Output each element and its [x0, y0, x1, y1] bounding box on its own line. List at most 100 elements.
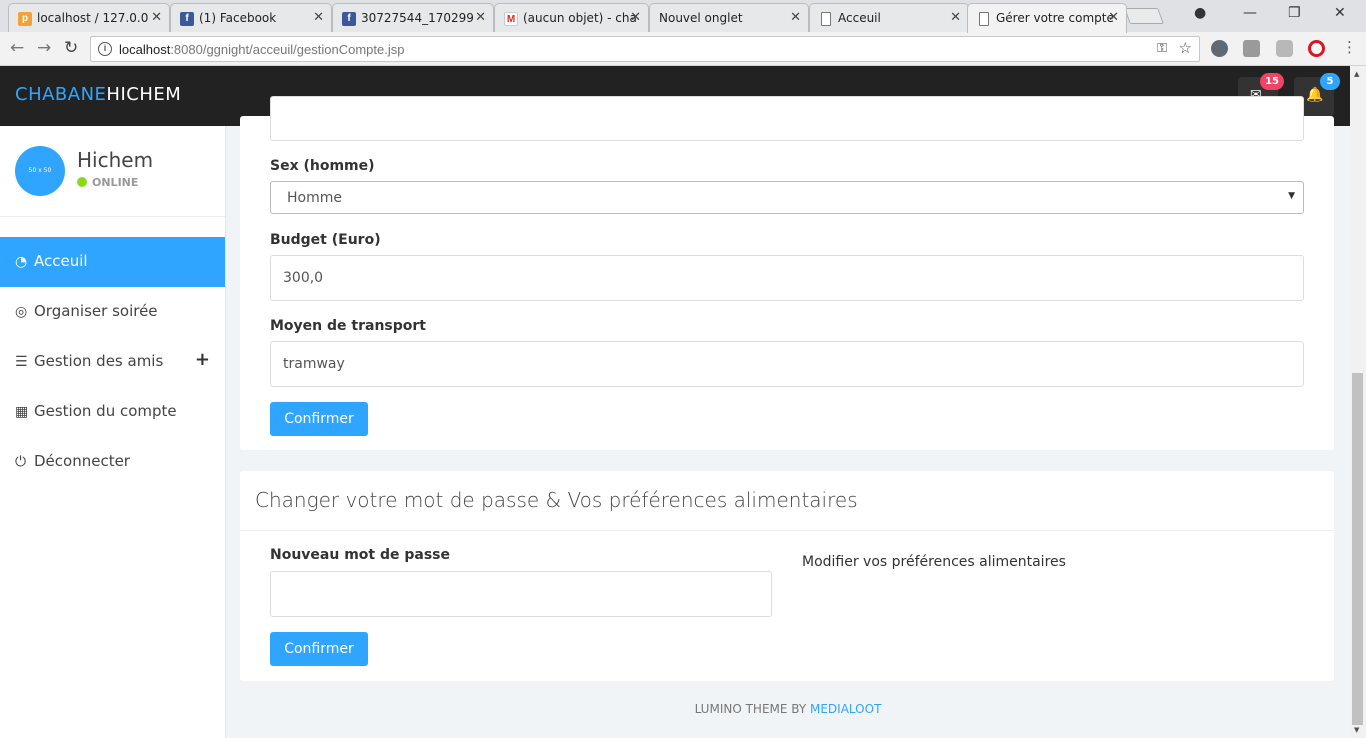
- close-tab-icon[interactable]: ✕: [950, 10, 961, 25]
- browser-tab[interactable]: f 30727544_170299 ✕: [332, 3, 494, 32]
- tab-title: 30727544_170299: [361, 11, 474, 25]
- close-tab-icon[interactable]: ✕: [630, 10, 641, 25]
- brand-second: HICHEM: [106, 84, 182, 105]
- browser-tab-strip: p localhost / 127.0.0 ✕ f (1) Facebook ✕…: [0, 0, 1366, 33]
- footer: LUMINO THEME BY MEDIALOOT: [226, 702, 1350, 716]
- tab-title: Gérer votre compte: [996, 11, 1114, 25]
- password-panel-title: Changer votre mot de passe & Vos préfére…: [255, 488, 858, 512]
- sidebar-item-label: Gestion des amis: [34, 352, 164, 370]
- tab-title: (1) Facebook: [199, 11, 277, 25]
- brand-logo[interactable]: CHABANEHICHEM: [15, 84, 181, 105]
- confirm-account-button[interactable]: Confirmer: [270, 402, 368, 436]
- budget-label: Budget (Euro): [270, 232, 381, 248]
- sidebar-item-label: Organiser soirée: [34, 302, 158, 320]
- power-icon: ⏻: [15, 454, 27, 470]
- url-host: localhost: [119, 42, 171, 57]
- phpmyadmin-icon: p: [18, 12, 32, 26]
- close-tab-icon[interactable]: ✕: [790, 10, 801, 25]
- scroll-up-arrow-icon[interactable]: ▲: [1354, 70, 1359, 78]
- notifications-badge: 5: [1320, 73, 1340, 90]
- minimize-icon[interactable]: —: [1243, 5, 1257, 21]
- status-label: ONLINE: [92, 176, 139, 189]
- extension-android-icon[interactable]: [1276, 40, 1293, 57]
- sidebar-item-gestion-des-amis[interactable]: ☰ Gestion des amis +: [0, 337, 225, 387]
- tab-title: localhost / 127.0.0: [37, 11, 149, 25]
- page-icon: [821, 12, 831, 26]
- bell-icon: 🔔: [1306, 87, 1324, 103]
- url-path: :8080/ggnight/acceuil/gestionCompte.jsp: [170, 42, 405, 57]
- messages-badge: 15: [1260, 73, 1284, 90]
- browser-tab[interactable]: Nouvel onglet ✕: [649, 3, 809, 32]
- address-bar[interactable]: i localhost:8080/ggnight/acceuil/gestion…: [90, 36, 1200, 62]
- close-tab-icon[interactable]: ✕: [313, 10, 324, 25]
- transport-label: Moyen de transport: [270, 318, 426, 334]
- scroll-down-arrow-icon[interactable]: ▼: [1354, 726, 1359, 734]
- extension-cube-icon[interactable]: [1243, 40, 1260, 57]
- browser-menu-icon[interactable]: ⋮: [1342, 38, 1357, 56]
- facebook-icon: f: [180, 12, 194, 26]
- browser-tab-active[interactable]: Gérer votre compte ✕: [967, 3, 1127, 33]
- opera-icon[interactable]: [1308, 40, 1325, 57]
- dashboard-icon: ◔: [15, 254, 28, 270]
- footer-link[interactable]: MEDIALOOT: [810, 702, 881, 716]
- list-icon: ☰: [15, 354, 28, 370]
- gmail-icon: M: [504, 12, 518, 26]
- avatar[interactable]: 50 x 50: [15, 146, 65, 196]
- toggle-icon: ◎: [15, 304, 28, 320]
- sidebar-item-label: Acceuil: [34, 252, 88, 270]
- restore-icon[interactable]: ❐: [1288, 5, 1301, 21]
- password-label: Nouveau mot de passe: [270, 547, 451, 563]
- close-tab-icon[interactable]: ✕: [475, 10, 486, 25]
- sex-select-value: Homme: [287, 190, 342, 206]
- account-form-panel: Sex (homme) Homme ▼ Budget (Euro) 300,0 …: [240, 96, 1334, 450]
- sidebar-item-deconnecter[interactable]: ⏻ Déconnecter: [0, 437, 225, 487]
- browser-tab[interactable]: M (aucun objet) - cha ✕: [494, 3, 649, 32]
- page-scrollbar[interactable]: ▲ ▼: [1350, 66, 1366, 738]
- browser-tab[interactable]: Acceuil ✕: [809, 3, 969, 32]
- sidebar-item-acceuil[interactable]: ◔ Acceuil: [0, 237, 225, 287]
- close-tab-icon[interactable]: ✕: [1108, 10, 1119, 25]
- sidebar-item-label: Gestion du compte: [34, 402, 177, 420]
- reload-icon[interactable]: ↻: [64, 38, 78, 58]
- panel-divider: [240, 530, 1334, 531]
- window-close-icon[interactable]: ✕: [1334, 5, 1346, 21]
- forward-icon[interactable]: →: [37, 38, 51, 58]
- page-icon: [979, 12, 989, 26]
- facebook-icon: f: [342, 12, 356, 26]
- site-info-icon[interactable]: i: [98, 42, 112, 56]
- chevron-down-icon: ▼: [1288, 191, 1295, 201]
- sidebar: 50 x 50 Hichem ONLINE ◔ Acceuil ◎ Organise…: [0, 126, 226, 738]
- sex-label: Sex (homme): [270, 158, 375, 174]
- budget-input[interactable]: 300,0: [270, 255, 1304, 301]
- password-input[interactable]: [270, 571, 772, 617]
- footer-text: LUMINO THEME BY: [694, 702, 810, 716]
- browser-tab[interactable]: p localhost / 127.0.0 ✕: [8, 3, 170, 32]
- previous-field[interactable]: [270, 96, 1304, 141]
- new-tab-button[interactable]: [1124, 8, 1164, 24]
- key-icon[interactable]: ⚿: [1157, 40, 1167, 56]
- calendar-icon: ▦: [15, 404, 29, 420]
- food-preferences-link[interactable]: Modifier vos préférences alimentaires: [802, 554, 1066, 570]
- budget-value: 300,0: [283, 270, 324, 286]
- account-icon[interactable]: ●: [1194, 5, 1206, 21]
- browser-tab[interactable]: f (1) Facebook ✕: [170, 3, 332, 32]
- close-tab-icon[interactable]: ✕: [151, 10, 162, 25]
- scrollbar-thumb[interactable]: [1352, 373, 1363, 725]
- sex-select[interactable]: Homme ▼: [270, 181, 1304, 214]
- tab-title: Acceuil: [838, 11, 881, 25]
- sidebar-item-gestion-du-compte[interactable]: ▦ Gestion du compte: [0, 387, 225, 437]
- sidebar-item-organiser-soiree[interactable]: ◎ Organiser soirée: [0, 287, 225, 337]
- online-dot-icon: [77, 177, 87, 187]
- bookmark-star-icon[interactable]: ☆: [1179, 39, 1192, 57]
- confirm-password-button[interactable]: Confirmer: [270, 632, 368, 666]
- back-icon[interactable]: ←: [10, 38, 24, 58]
- extension-eye-icon[interactable]: [1211, 40, 1228, 57]
- transport-input[interactable]: tramway: [270, 341, 1304, 387]
- profile-name: Hichem: [77, 148, 154, 172]
- profile-status: ONLINE: [77, 176, 138, 189]
- tab-title: (aucun objet) - cha: [523, 11, 637, 25]
- brand-first: CHABANE: [15, 84, 107, 105]
- browser-toolbar: ← → ↻ i localhost:8080/ggnight/acceuil/g…: [0, 32, 1366, 66]
- profile-block: 50 x 50 Hichem ONLINE: [0, 126, 225, 217]
- expand-plus-icon[interactable]: +: [195, 349, 210, 370]
